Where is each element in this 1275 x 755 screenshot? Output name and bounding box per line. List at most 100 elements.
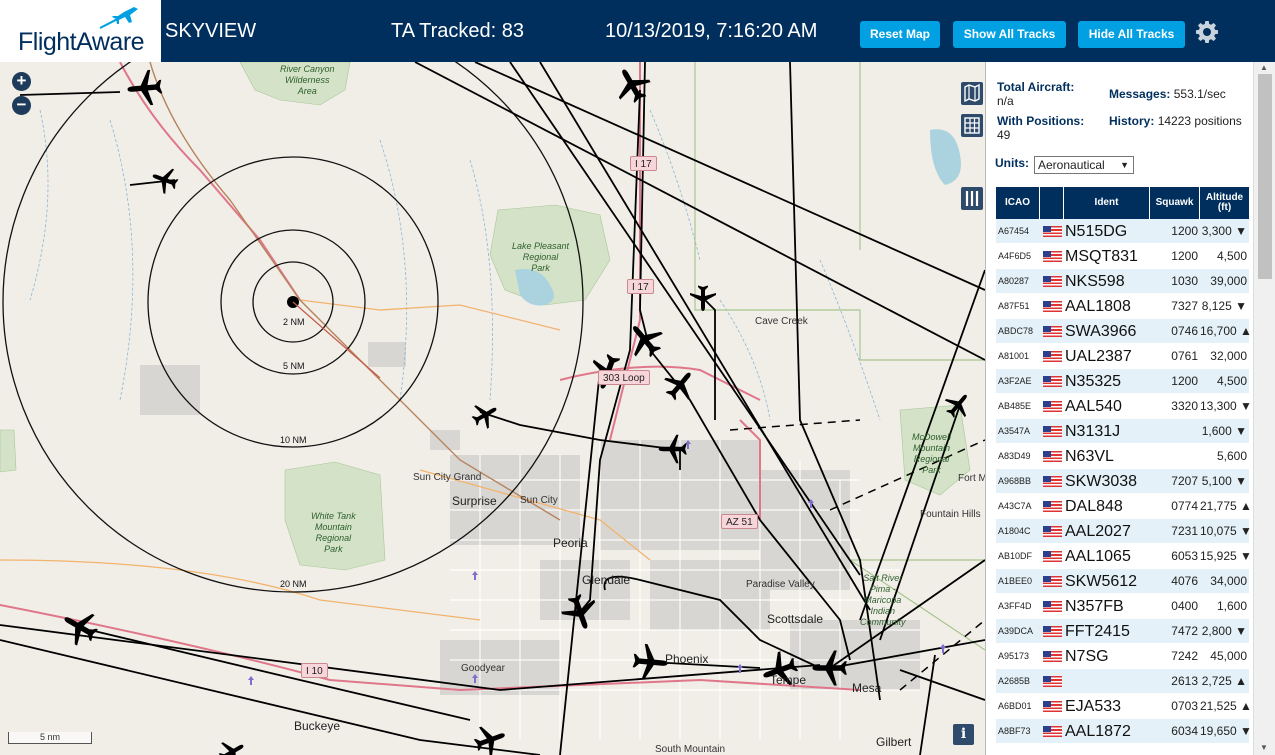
- history-label: History:: [1109, 114, 1155, 128]
- icao-cell: A1BEE0: [998, 576, 1033, 586]
- table-row[interactable]: A83D49 N63VL 5,600: [996, 444, 1249, 469]
- info-button[interactable]: i: [953, 724, 974, 745]
- map-canvas[interactable]: [0, 62, 985, 755]
- city-label: Sun City: [520, 495, 558, 506]
- map-layers-button[interactable]: [961, 82, 983, 105]
- ident-cell: AAL2027: [1065, 523, 1131, 540]
- table-row[interactable]: A95173 N7SG 7242 45,000: [996, 644, 1249, 669]
- squawk-cell: [1150, 419, 1200, 443]
- table-body: A67454 N515DG 1200 3,300 ▼ A4F6D5 MSQT831 1200…: [996, 219, 1252, 744]
- aircraft-icon[interactable]: [125, 69, 164, 108]
- reset-map-button[interactable]: Reset Map: [860, 21, 940, 48]
- sidebar-toggle-button[interactable]: [961, 187, 983, 210]
- map-view[interactable]: River Canyon Wilderness Area Lake Pleasa…: [0, 62, 985, 755]
- flag-cell: [1040, 319, 1064, 343]
- city-label: Scottsdale: [767, 612, 824, 626]
- squawk-cell: 1030: [1171, 274, 1198, 288]
- ident-cell: SKW3038: [1065, 473, 1138, 490]
- zoom-out-button[interactable]: −: [12, 96, 31, 115]
- table-row[interactable]: A80287 NKS598 1030 39,000: [996, 269, 1249, 294]
- highway-shield: AZ 51: [721, 514, 758, 529]
- squawk-cell: 7472: [1171, 624, 1198, 638]
- scroll-up-icon[interactable]: ▲: [1260, 63, 1268, 72]
- scroll-down-icon[interactable]: ▼: [1260, 743, 1268, 752]
- us-flag-icon: [1042, 350, 1062, 362]
- table-row[interactable]: A6BD01 EJA533 0703 21,525 ▲: [996, 694, 1252, 719]
- table-row[interactable]: AB10DF AAL1065 6053 15,925 ▼: [996, 544, 1252, 569]
- table-row[interactable]: A3FF4D N357FB 0400 1,600: [996, 594, 1249, 619]
- logo-text: FlightAware: [18, 28, 145, 56]
- us-flag-icon: [1042, 650, 1062, 662]
- table-row[interactable]: A2685B 2613 2,725 ▲: [996, 669, 1249, 694]
- altitude-cell: 15,925 ▼: [1200, 549, 1252, 563]
- table-row[interactable]: A87F51 AAL1808 7327 8,125 ▼: [996, 294, 1249, 319]
- aircraft-icon[interactable]: [608, 62, 656, 109]
- units-select[interactable]: Aeronautical ▼: [1034, 156, 1134, 174]
- clock: 10/13/2019, 7:16:20 AM: [605, 20, 818, 42]
- flag-cell: [1040, 594, 1064, 618]
- table-row[interactable]: A8BF73 AAL1872 6034 19,650 ▼: [996, 719, 1252, 744]
- table-row[interactable]: ABDC78 SWA3966 0746 16,700 ▲: [996, 319, 1252, 344]
- flightaware-logo[interactable]: FlightAware: [0, 0, 161, 62]
- ident-cell: SKW5612: [1065, 573, 1138, 590]
- squawk-cell: 2613: [1171, 674, 1198, 688]
- aircraft-icon[interactable]: [56, 603, 104, 651]
- park-label: Salt River Pima - Maricopa Indian Commun…: [860, 573, 906, 627]
- us-flag-icon: [1042, 675, 1062, 687]
- range-rings-toggle[interactable]: [961, 114, 983, 137]
- us-flag-icon: [1042, 275, 1062, 287]
- column-header-icao[interactable]: ICAO: [996, 187, 1040, 219]
- scrollbar-thumb[interactable]: [1258, 74, 1272, 279]
- aircraft-icon[interactable]: [631, 643, 670, 682]
- squawk-cell: 7207: [1171, 474, 1198, 488]
- city-label: Surprise: [452, 494, 497, 508]
- total-aircraft-value: n/a: [997, 94, 1014, 108]
- squawk-cell: 0761: [1171, 349, 1198, 363]
- aircraft-icon[interactable]: [214, 734, 250, 755]
- show-all-tracks-button[interactable]: Show All Tracks: [953, 21, 1066, 48]
- altitude-cell: 4,500: [1216, 249, 1247, 263]
- table-row[interactable]: A3547A N3131J 1,600 ▼: [996, 419, 1249, 444]
- column-header-flag[interactable]: [1040, 187, 1064, 219]
- table-row[interactable]: A1804C AAL2027 7231 10,075 ▼: [996, 519, 1252, 544]
- table-row[interactable]: A39DCA FFT2415 7472 2,800 ▼: [996, 619, 1249, 644]
- altitude-cell: 4,500: [1216, 374, 1247, 388]
- icao-cell: A6BD01: [998, 701, 1032, 711]
- table-row[interactable]: A3F2AE N35325 1200 4,500: [996, 369, 1249, 394]
- city-label: South Mountain: [655, 744, 726, 755]
- column-header-ident[interactable]: Ident: [1064, 187, 1150, 219]
- flag-cell: [1040, 619, 1064, 643]
- table-row[interactable]: A81001 UAL2387 0761 32,000: [996, 344, 1249, 369]
- zoom-in-button[interactable]: +: [12, 72, 31, 91]
- with-positions-value: 49: [997, 128, 1011, 142]
- hide-all-tracks-button[interactable]: Hide All Tracks: [1078, 21, 1185, 48]
- tracked-count: TA Tracked: 83: [391, 20, 525, 42]
- ident-cell: DAL848: [1065, 498, 1123, 515]
- total-aircraft-stat: Total Aircraft: n/a: [997, 80, 1107, 108]
- aircraft-table: ICAO Ident Squawk Altitude (ft) A67454 N5…: [996, 187, 1252, 744]
- table-row[interactable]: A1BEE0 SKW5612 4076 34,000: [996, 569, 1249, 594]
- icao-cell: A87F51: [998, 301, 1030, 311]
- column-header-altitude[interactable]: Altitude (ft): [1200, 187, 1249, 219]
- us-flag-icon: [1042, 225, 1062, 237]
- altitude-cell: 1,600 ▼: [1201, 424, 1247, 438]
- icao-cell: A67454: [998, 226, 1030, 236]
- column-header-squawk[interactable]: Squawk: [1150, 187, 1200, 219]
- city-label: Gilbert: [876, 735, 912, 749]
- flag-cell: [1040, 344, 1064, 368]
- table-row[interactable]: A4F6D5 MSQT831 1200 4,500: [996, 244, 1249, 269]
- table-row[interactable]: A968BB SKW3038 7207 5,100 ▼: [996, 469, 1249, 494]
- squawk-cell: 1200: [1171, 249, 1198, 263]
- table-row[interactable]: A67454 N515DG 1200 3,300 ▼: [996, 219, 1249, 244]
- ident-cell: N63VL: [1065, 448, 1114, 465]
- aircraft-icon[interactable]: [148, 163, 182, 197]
- table-row[interactable]: A43C7A DAL848 0774 21,775 ▲: [996, 494, 1252, 519]
- sidebar-scrollbar[interactable]: ▲ ▼: [1253, 62, 1275, 755]
- with-positions-stat: With Positions: 49: [997, 114, 1107, 142]
- city-label: Paradise Valley: [746, 579, 815, 590]
- flag-cell: [1040, 644, 1064, 668]
- table-row[interactable]: AB485E AAL540 3320 13,300 ▼: [996, 394, 1252, 419]
- ident-cell: N3131J: [1065, 423, 1121, 440]
- gear-icon[interactable]: [1195, 20, 1219, 44]
- aircraft-icon[interactable]: [467, 397, 503, 433]
